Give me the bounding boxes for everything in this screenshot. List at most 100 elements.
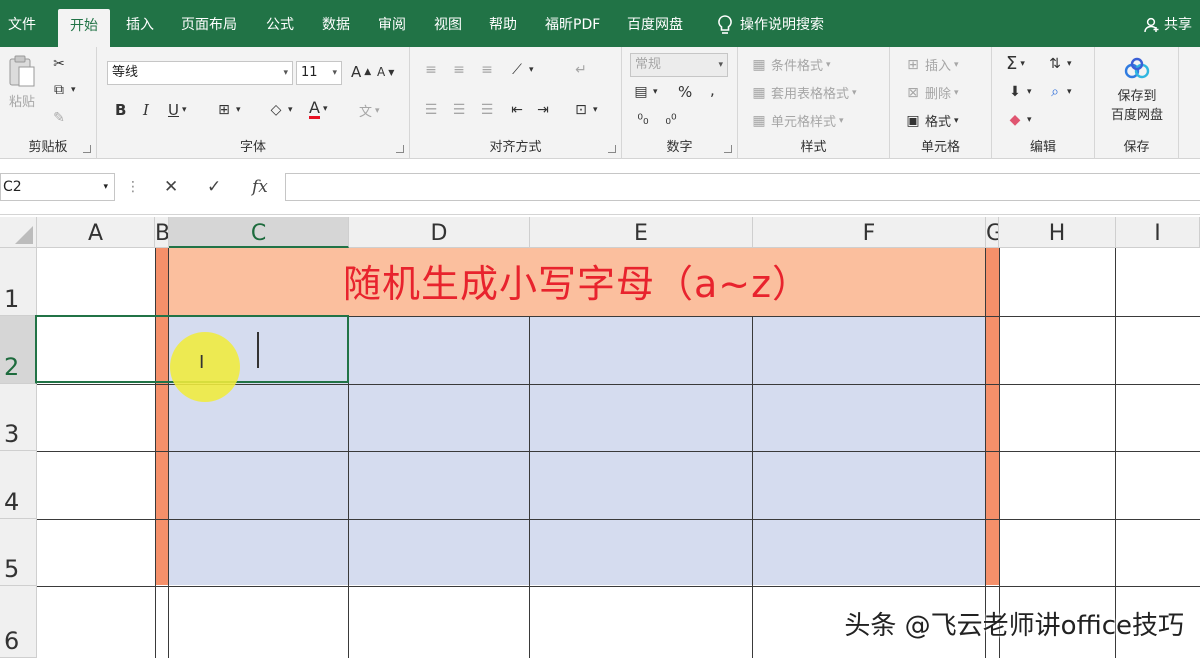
tab-data[interactable]: 数据 (322, 0, 350, 47)
column-header-c[interactable]: C (169, 217, 349, 248)
increase-indent-button[interactable]: ⇥ (534, 101, 552, 119)
column-header-a[interactable]: A (37, 217, 155, 248)
format-as-table-button[interactable]: ▦ 套用表格格式 ▾ (750, 83, 856, 103)
grid-line (1115, 248, 1116, 658)
font-family-select[interactable]: 等线 ▾ (107, 61, 293, 85)
align-middle-button[interactable]: ≡ (450, 61, 468, 79)
decrease-font-button[interactable]: A ▼ (377, 65, 394, 79)
tell-me-search[interactable]: 操作说明搜索 (718, 0, 824, 47)
align-center-button[interactable]: ☰ (450, 101, 468, 119)
font-size-select[interactable]: 11 ▾ (296, 61, 342, 85)
increase-decimal-button[interactable]: ⁰₀ (634, 111, 652, 129)
row-header-2[interactable]: 2 (0, 316, 37, 384)
save-to-baidu-button[interactable]: 保存到 百度网盘 (1101, 57, 1173, 123)
number-format-value: 常规 (635, 57, 662, 72)
percent-button[interactable]: % (678, 83, 692, 101)
conditional-formatting-button[interactable]: ▦ 条件格式 ▾ (750, 55, 830, 75)
dialog-launcher-icon[interactable] (724, 145, 732, 153)
group-label-styles: 样式 (800, 140, 827, 155)
align-right-button[interactable]: ☰ (478, 101, 496, 119)
column-header-i[interactable]: I (1116, 217, 1200, 248)
find-select-button[interactable]: ⌕ ▾ (1046, 83, 1071, 101)
insert-cells-button[interactable]: ⊞ 插入 ▾ (904, 55, 958, 75)
paste-button[interactable]: 粘贴 (4, 55, 40, 110)
italic-button[interactable]: I (143, 101, 149, 119)
borders-button[interactable]: ⊞ ▾ (215, 101, 240, 119)
clear-button[interactable]: ◆ ▾ (1006, 111, 1032, 129)
increase-decimal-icon: ⁰₀ (637, 112, 649, 128)
format-painter-button[interactable]: ✎ (50, 109, 68, 127)
column-header-e[interactable]: E (530, 217, 753, 248)
cell-styles-label: 单元格样式 (771, 115, 837, 130)
chevron-down-icon: ▾ (1027, 115, 1032, 125)
autosum-button[interactable]: Σ ▾ (1006, 53, 1025, 74)
group-editing: Σ ▾ ⇅ ▾ ⬇ ▾ ⌕ ▾ ◆ ▾ 编辑 (992, 47, 1095, 159)
row-header-3[interactable]: 3 (0, 384, 37, 451)
format-cells-button[interactable]: ▣ 格式 ▾ (904, 111, 958, 131)
tab-review[interactable]: 审阅 (378, 0, 406, 47)
align-bottom-button[interactable]: ≡ (478, 61, 496, 79)
chevron-down-icon: ▾ (1027, 87, 1032, 97)
phonetic-button[interactable]: 文 ▾ (359, 101, 380, 120)
column-header-h[interactable]: H (999, 217, 1116, 248)
tab-insert[interactable]: 插入 (126, 0, 154, 47)
dialog-launcher-icon[interactable] (396, 145, 404, 153)
sigma-icon: Σ (1006, 53, 1018, 74)
tab-foxit-pdf[interactable]: 福昕PDF (545, 0, 600, 47)
insert-function-button[interactable]: fx (252, 173, 268, 201)
underline-button[interactable]: U ▾ (168, 101, 187, 119)
bold-button[interactable]: B (115, 101, 126, 119)
align-top-button[interactable]: ≡ (422, 61, 440, 79)
dialog-launcher-icon[interactable] (83, 145, 91, 153)
fill-color-button[interactable]: ◇ ▾ (267, 101, 293, 119)
comma-button[interactable]: , (710, 81, 715, 99)
select-all-button[interactable] (0, 217, 37, 248)
row-header-6[interactable]: 6 (0, 586, 37, 658)
align-left-button[interactable]: ☰ (422, 101, 440, 119)
accounting-format-button[interactable]: ▤ ▾ (632, 83, 657, 101)
decrease-decimal-button[interactable]: ₀⁰ (662, 111, 680, 129)
merge-center-button[interactable]: ⊡ ▾ (572, 101, 597, 119)
formula-input[interactable] (285, 173, 1200, 201)
font-color-button[interactable]: A ▾ (309, 99, 327, 119)
worksheet-grid[interactable]: 随机生成小写字母（a~z） I (35, 248, 1200, 658)
font-size-value: 11 (301, 65, 318, 80)
tab-file[interactable]: 文件 (8, 0, 36, 47)
row-header-1[interactable]: 1 (0, 248, 37, 316)
wrap-text-button[interactable]: ↵ (572, 61, 590, 79)
delete-cells-button[interactable]: ⊠ 删除 ▾ (904, 83, 958, 103)
orientation-button[interactable]: ⟋ ▾ (508, 61, 533, 79)
eraser-icon: ◆ (1009, 112, 1021, 128)
tab-formulas[interactable]: 公式 (266, 0, 294, 47)
tab-help[interactable]: 帮助 (489, 0, 517, 47)
shrink-font-icon: A (377, 65, 386, 79)
column-header-g[interactable]: G (986, 217, 999, 248)
cut-button[interactable]: ✂ (50, 55, 68, 73)
chevron-down-icon: ▾ (103, 182, 108, 192)
number-format-select[interactable]: 常规 ▾ (630, 53, 728, 77)
row-header-5[interactable]: 5 (0, 519, 37, 586)
column-header-b[interactable]: B (155, 217, 169, 248)
row-header-4[interactable]: 4 (0, 451, 37, 519)
name-box[interactable]: C2 ▾ (0, 173, 115, 201)
tab-home[interactable]: 开始 (58, 9, 110, 47)
column-header-f[interactable]: F (753, 217, 986, 248)
column-header-d[interactable]: D (349, 217, 530, 248)
table-icon: ▦ (752, 84, 766, 101)
fill-button[interactable]: ⬇ ▾ (1006, 83, 1032, 101)
cell-styles-button[interactable]: ▦ 单元格样式 ▾ (750, 111, 843, 131)
share-button[interactable]: 共享 (1144, 0, 1192, 50)
dialog-launcher-icon[interactable] (608, 145, 616, 153)
conditional-formatting-label: 条件格式 (771, 59, 824, 74)
tab-baidu-netdisk[interactable]: 百度网盘 (627, 0, 683, 47)
copy-button[interactable]: ⧉ ▾ (50, 81, 76, 99)
tab-view[interactable]: 视图 (434, 0, 462, 47)
decrease-indent-button[interactable]: ⇤ (508, 101, 526, 119)
chevron-down-icon: ▾ (283, 68, 288, 78)
confirm-entry-button[interactable]: ✓ (207, 173, 221, 201)
watermark: 头条 @飞云老师讲office技巧 (844, 611, 1184, 641)
tab-page-layout[interactable]: 页面布局 (181, 0, 237, 47)
increase-font-button[interactable]: A ▲ (351, 63, 371, 81)
sort-filter-button[interactable]: ⇅ ▾ (1046, 55, 1071, 73)
cancel-entry-button[interactable]: ✕ (164, 173, 178, 201)
